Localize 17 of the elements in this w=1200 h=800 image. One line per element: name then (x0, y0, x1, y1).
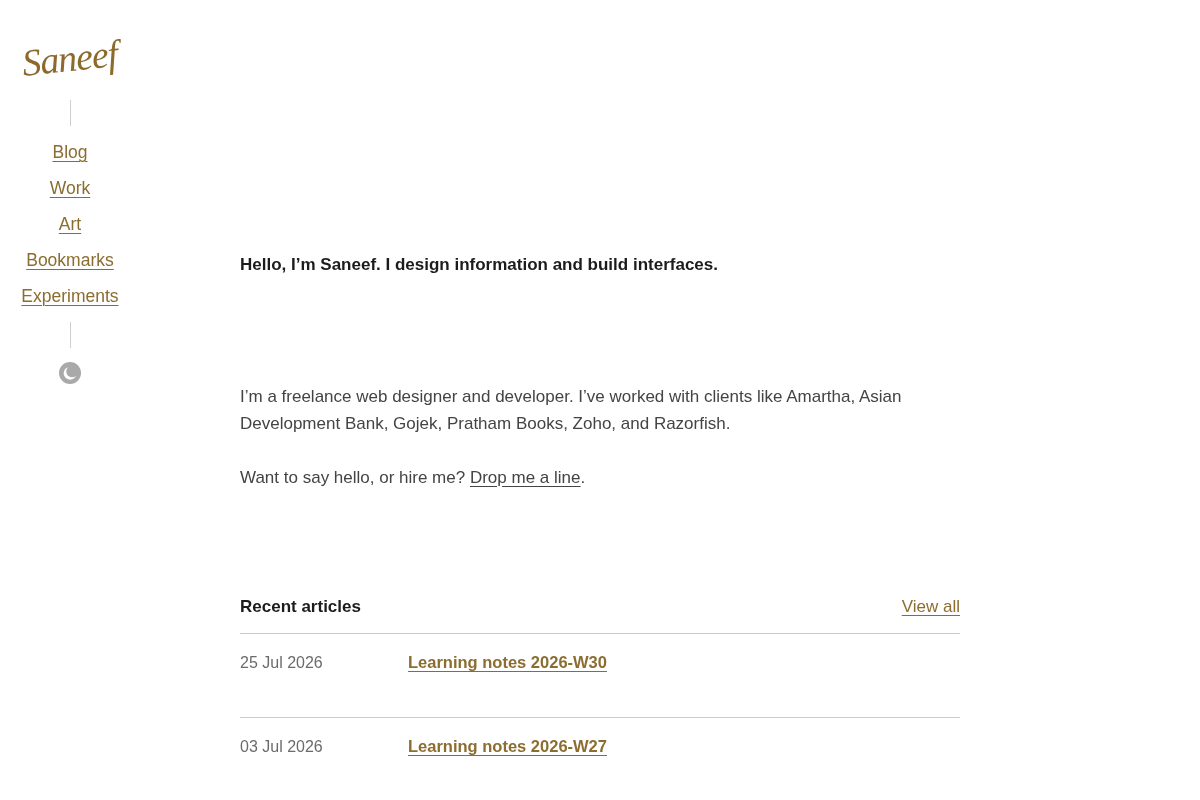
contact-text: Want to say hello, or hire me? Drop me a line. (240, 467, 587, 489)
nav-link[interactable]: Work (49, 170, 91, 206)
signature-logo[interactable]: Saneef (19, 21, 121, 97)
article-link[interactable]: Learning notes 2026-W27 (408, 733, 607, 760)
contact-link[interactable]: Drop me a line (469, 468, 581, 487)
article-date: 03 Jul 2026 (240, 737, 324, 757)
nav-link[interactable]: Art (58, 206, 82, 242)
moon-icon[interactable] (59, 362, 81, 384)
intro-heading: Hello, I’m Saneef. I design information and build interfaces. (240, 254, 719, 276)
intro-paragraph: I’m a freelance web designer and developer. I’ve worked with clients like Amartha, Asian Development Bank, Gojek, Pratham Books, Zoho, and Razorfish. (240, 386, 903, 435)
section-heading: Recent articles (240, 596, 361, 618)
nav-link[interactable]: Bookmarks (26, 242, 114, 278)
view-all-link[interactable]: View all (901, 595, 960, 619)
article-date: 25 Jul 2026 (240, 653, 324, 673)
nav-link[interactable]: Experiments (21, 278, 119, 314)
article-link[interactable]: Learning notes 2026-W30 (408, 649, 607, 676)
nav-link[interactable]: Blog (52, 134, 88, 170)
